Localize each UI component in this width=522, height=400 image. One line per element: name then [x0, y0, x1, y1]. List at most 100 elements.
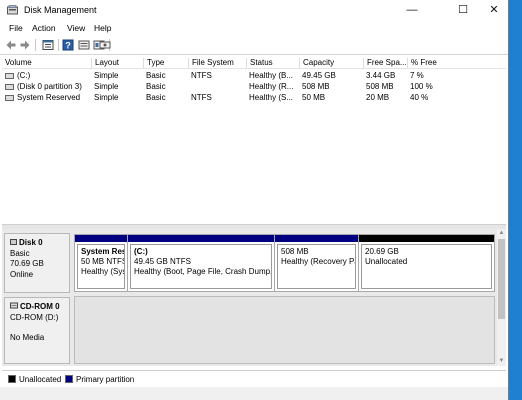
partition-title: System Res — [81, 247, 125, 256]
cdrom0-name: CD-ROM 0 — [20, 302, 60, 311]
volume-name-cell: System Reserved — [5, 92, 90, 103]
menu-help[interactable]: Help — [94, 23, 111, 33]
free-space-cell: 508 MB — [366, 82, 394, 91]
column-status[interactable]: Status — [246, 58, 298, 68]
desktop-background — [509, 0, 522, 400]
disk-icon — [10, 239, 17, 245]
volume-list-icon[interactable] — [78, 39, 90, 51]
partition-recovery[interactable]: 508 MB Healthy (Recovery Pa — [274, 234, 359, 292]
partition-size: 49.45 GB NTFS — [134, 257, 191, 266]
column-volume[interactable]: Volume — [2, 58, 91, 68]
disk0-state: Online — [10, 269, 34, 279]
partition-size: 50 MB NTFS — [81, 257, 125, 266]
disk0-label[interactable]: Disk 0 Basic 70.69 GB Online — [4, 233, 70, 293]
cdrom0-label[interactable]: CD-ROM 0 CD-ROM (D:) No Media — [4, 297, 70, 364]
disk0-type: Basic — [10, 248, 30, 258]
graphical-view-scrollbar[interactable]: ▲ ▼ — [497, 229, 506, 366]
column-capacity[interactable]: Capacity — [299, 58, 362, 68]
scroll-up-icon[interactable]: ▲ — [497, 229, 506, 238]
capacity-cell: 50 MB — [302, 93, 326, 102]
forward-icon[interactable] — [19, 39, 31, 51]
maximize-button[interactable]: ☐ — [447, 0, 479, 20]
legend-swatch-primary — [65, 375, 73, 383]
toolbar-separator — [35, 39, 36, 51]
status-cell: Healthy (S... — [249, 93, 294, 102]
partition-info: System Res 50 MB NTFS Healthy (Sys — [77, 244, 125, 289]
partition-bar-primary — [275, 235, 358, 242]
disk-management-icon — [7, 5, 18, 15]
partition-info: 508 MB Healthy (Recovery Pa — [277, 244, 356, 289]
partition-info: (C:) 49.45 GB NTFS Healthy (Boot, Page F… — [130, 244, 272, 289]
partition-unallocated[interactable]: 20.69 GB Unallocated — [358, 234, 495, 292]
settings-icon[interactable] — [99, 39, 111, 51]
window-title: Disk Management — [24, 5, 97, 15]
scroll-down-icon[interactable]: ▼ — [497, 357, 506, 366]
column-type[interactable]: Type — [143, 58, 188, 68]
svg-text:?: ? — [65, 41, 71, 51]
file-system-cell: NTFS — [191, 71, 212, 80]
layout-cell: Simple — [94, 82, 119, 91]
legend-swatch-unallocated — [8, 375, 16, 383]
title-bar[interactable]: Disk Management — ☐ ✕ — [0, 0, 508, 20]
layout-cell: Simple — [94, 71, 119, 80]
partition-title: (C:) — [134, 247, 148, 256]
partition-size: 508 MB — [281, 247, 309, 256]
partition-system-reserved[interactable]: System Res 50 MB NTFS Healthy (Sys — [74, 234, 128, 292]
volume-row[interactable]: System Reserved Simple Basic NTFS Health… — [2, 92, 506, 103]
legend-bar: Unallocated Primary partition — [2, 370, 506, 387]
partition-info: 20.69 GB Unallocated — [361, 244, 492, 289]
percent-free-cell: 100 % — [410, 82, 433, 91]
partition-status: Unallocated — [365, 257, 408, 266]
percent-free-cell: 40 % — [410, 93, 429, 102]
legend-label-unallocated: Unallocated — [19, 375, 62, 384]
menu-file[interactable]: File — [9, 23, 23, 33]
volume-row[interactable]: (Disk 0 partition 3) Simple Basic Health… — [2, 81, 506, 92]
partition-c-drive[interactable]: (C:) 49.45 GB NTFS Healthy (Boot, Page F… — [127, 234, 275, 292]
status-bar — [0, 387, 508, 400]
cd-drive-icon — [10, 302, 18, 309]
minimize-button[interactable]: — — [396, 0, 428, 20]
properties-icon[interactable] — [42, 39, 54, 51]
column-percent-free[interactable]: % Free — [407, 58, 465, 68]
percent-free-cell: 7 % — [410, 71, 424, 80]
cdrom0-media: No Media — [10, 333, 45, 342]
help-icon[interactable]: ? — [62, 39, 74, 51]
toolbar-separator — [58, 39, 59, 51]
partition-status: Healthy (Boot, Page File, Crash Dump, — [134, 267, 272, 276]
column-free-space[interactable]: Free Spa... — [363, 58, 407, 68]
back-icon[interactable] — [5, 39, 17, 51]
partition-bar-primary — [75, 235, 127, 242]
menu-bar: File Action View Help — [0, 20, 508, 36]
drive-icon — [5, 94, 14, 101]
partition-bar-unallocated — [359, 235, 494, 242]
column-file-system[interactable]: File System — [188, 58, 245, 68]
partition-bar-primary — [128, 235, 274, 242]
layout-cell: Simple — [94, 93, 119, 102]
partition-size: 20.69 GB — [365, 247, 399, 256]
capacity-cell: 49.45 GB — [302, 71, 336, 80]
disk0-size: 70.69 GB — [10, 259, 44, 268]
volume-name-cell: (Disk 0 partition 3) — [5, 81, 90, 92]
disk-management-window: Disk Management — ☐ ✕ File Action View H… — [0, 0, 509, 400]
disk0-name: Disk 0 — [19, 238, 43, 247]
type-cell: Basic — [146, 82, 166, 91]
free-space-cell: 3.44 GB — [366, 71, 396, 80]
cdrom0-empty-area[interactable] — [74, 296, 495, 364]
legend-label-primary: Primary partition — [76, 375, 135, 384]
drive-icon — [5, 72, 14, 79]
volume-row[interactable]: (C:) Simple Basic NTFS Healthy (B... 49.… — [2, 70, 506, 81]
drive-icon — [5, 83, 14, 90]
toolbar: ? — [0, 36, 508, 55]
column-layout[interactable]: Layout — [91, 58, 143, 68]
menu-view[interactable]: View — [67, 23, 85, 33]
status-cell: Healthy (R... — [249, 82, 294, 91]
close-button[interactable]: ✕ — [478, 0, 510, 20]
menu-action[interactable]: Action — [32, 23, 56, 33]
status-cell: Healthy (B... — [249, 71, 294, 80]
volume-list-header: Volume Layout Type File System Status Ca… — [2, 57, 506, 69]
scrollbar-thumb[interactable] — [498, 239, 505, 319]
partition-status: Healthy (Recovery Pa — [281, 257, 356, 266]
free-space-cell: 20 MB — [366, 93, 390, 102]
type-cell: Basic — [146, 93, 166, 102]
file-system-cell: NTFS — [191, 93, 212, 102]
